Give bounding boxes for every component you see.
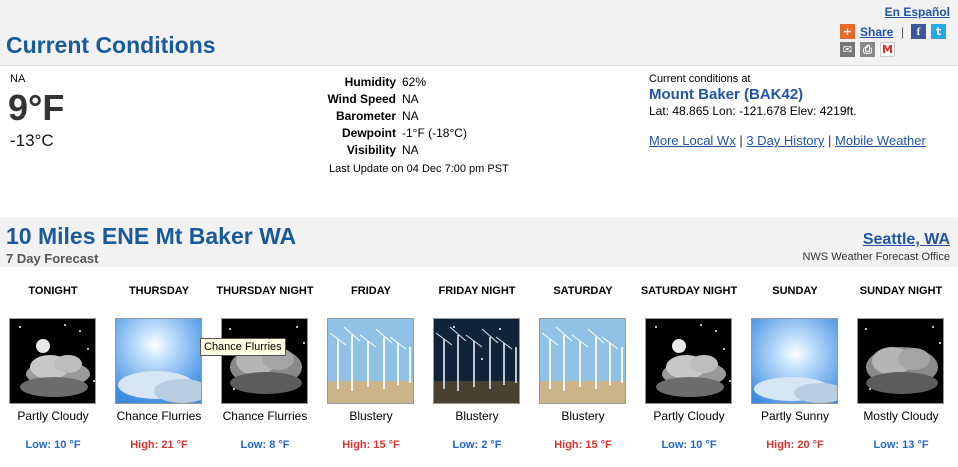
period-name: THURSDAY NIGHT (216, 285, 314, 297)
forecast-period: THURSDAY NIGHT Chance Flurries Low: 8 °F (212, 267, 318, 467)
night-cloudy-icon[interactable] (221, 318, 308, 404)
detail-label: Wind Speed (327, 91, 396, 106)
forecast-period: SATURDAY NIGHT Partly Cloudy Low: 10 °F (636, 267, 742, 467)
current-conditions-header: Current Conditions En Español + Share | … (0, 0, 958, 66)
night-wind-turbines-icon[interactable] (433, 318, 520, 404)
share-separator: | (901, 25, 905, 39)
forecast-office-link[interactable]: Seattle, WA (863, 231, 950, 249)
period-temperature: High: 15 °F (554, 439, 612, 451)
espanol-link[interactable]: En Español (885, 5, 950, 19)
detail-row: Dewpoint -1°F (-18°C) (300, 124, 470, 141)
email-icon[interactable]: ✉ (840, 42, 855, 57)
period-temperature: High: 15 °F (342, 439, 400, 451)
station-info: Current conditions at Mount Baker (BAK42… (649, 73, 926, 148)
day-sun-icon[interactable] (115, 318, 202, 404)
detail-value: 62% (402, 74, 427, 89)
period-description: Mostly Cloudy (863, 409, 939, 423)
forecast-office-caption: NWS Weather Forecast Office (802, 251, 950, 263)
twitter-icon[interactable]: t (931, 24, 946, 39)
period-temperature: High: 21 °F (130, 439, 188, 451)
three-day-history-link[interactable]: 3 Day History (746, 133, 824, 148)
forecast-subtitle: 7 Day Forecast (6, 251, 99, 266)
detail-value: NA (402, 91, 419, 106)
current-conditions-title: Current Conditions (6, 32, 216, 58)
wind-turbines-icon[interactable] (327, 318, 414, 404)
forecast-period: SUNDAY NIGHT Mostly Cloudy Low: 13 °F (848, 267, 954, 467)
detail-value: NA (402, 142, 419, 157)
night-partly-cloudy-icon[interactable] (9, 318, 96, 404)
day-sun-icon[interactable] (751, 318, 838, 404)
detail-value: -1°F (-18°C) (402, 125, 467, 140)
link-separator: | (828, 133, 832, 148)
share-box: + Share | f t ✉ ⎙ M (840, 23, 952, 59)
plus-icon[interactable]: + (840, 24, 855, 39)
share-link[interactable]: Share (860, 25, 893, 39)
detail-row: Barometer NA (300, 107, 470, 124)
forecast-period: THURSDAY Chance Flurries High: 21 °F (106, 267, 212, 467)
forecast-period: SUNDAY Partly Sunny High: 20 °F (742, 267, 848, 467)
period-description: Chance Flurries (222, 409, 308, 423)
period-description: Blustery (561, 409, 605, 423)
period-description: Blustery (349, 409, 393, 423)
period-name: TONIGHT (28, 285, 78, 297)
temperature-f: 9°F (8, 87, 65, 128)
detail-row: Wind Speed NA (300, 90, 470, 107)
conditions-details-table: Humidity 62% Wind Speed NA Barometer NA Dew… (300, 73, 470, 158)
station-geo: Lat: 48.865 Lon: -121.678 Elev: 4219ft. (649, 104, 857, 118)
forecast-periods: TONIGHT Partly Cloudy Low: 10 °F THURSDA… (0, 267, 958, 467)
period-description: Blustery (455, 409, 499, 423)
night-cloudy-icon[interactable] (857, 318, 944, 404)
period-name: FRIDAY NIGHT (438, 285, 516, 297)
period-name: SATURDAY (553, 285, 613, 297)
gmail-icon[interactable]: M (880, 42, 895, 57)
detail-value: NA (402, 108, 419, 123)
detail-row: Humidity 62% (300, 73, 470, 90)
period-name: THURSDAY (128, 285, 190, 297)
forecast-period: SATURDAY Blustery High: 15 °F (530, 267, 636, 467)
detail-row: Visibility NA (300, 141, 470, 158)
period-temperature: Low: 10 °F (25, 439, 81, 451)
forecast-header: 10 Miles ENE Mt Baker WA 7 Day Forecast … (0, 217, 958, 267)
period-name: SUNDAY NIGHT (859, 285, 943, 297)
period-temperature: Low: 13 °F (873, 439, 929, 451)
icon-tooltip: Chance Flurries (200, 338, 286, 356)
print-icon[interactable]: ⎙ (860, 42, 875, 57)
detail-label: Humidity (344, 74, 396, 89)
period-description: Partly Sunny (760, 409, 830, 423)
condition-text: NA (10, 73, 26, 85)
current-conditions-body: NA 9°F -13°C Humidity 62% Wind Speed NA Ba… (0, 67, 958, 217)
period-description: Chance Flurries (116, 409, 202, 423)
period-temperature: Low: 2 °F (452, 439, 502, 451)
temperature-c: -13°C (10, 131, 54, 150)
period-name: FRIDAY (351, 285, 391, 297)
period-name: SUNDAY (772, 285, 818, 297)
detail-label: Visibility (346, 142, 396, 157)
forecast-period: FRIDAY NIGHT Blustery Low: 2 °F (424, 267, 530, 467)
station-links: More Local Wx | 3 Day History | Mobile W… (649, 133, 926, 148)
period-description: Partly Cloudy (17, 409, 89, 423)
station-caption: Current conditions at (649, 73, 751, 85)
station-name: Mount Baker (BAK42) (649, 86, 804, 103)
night-partly-cloudy-icon[interactable] (645, 318, 732, 404)
forecast-period: TONIGHT Partly Cloudy Low: 10 °F (0, 267, 106, 467)
forecast-period: FRIDAY Blustery High: 15 °F (318, 267, 424, 467)
last-update: Last Update on 04 Dec 7:00 pm PST (329, 163, 509, 175)
period-name: SATURDAY NIGHT (640, 285, 738, 297)
more-local-wx-link[interactable]: More Local Wx (649, 133, 736, 148)
wind-turbines-icon[interactable] (539, 318, 626, 404)
period-temperature: Low: 10 °F (661, 439, 717, 451)
link-separator: | (739, 133, 743, 148)
detail-label: Barometer (335, 108, 396, 123)
mobile-weather-link[interactable]: Mobile Weather (835, 133, 926, 148)
period-temperature: Low: 8 °F (240, 439, 290, 451)
period-description: Partly Cloudy (653, 409, 725, 423)
facebook-icon[interactable]: f (911, 24, 926, 39)
detail-label: Dewpoint (342, 125, 396, 140)
period-temperature: High: 20 °F (766, 439, 824, 451)
forecast-location-title: 10 Miles ENE Mt Baker WA (6, 223, 297, 249)
